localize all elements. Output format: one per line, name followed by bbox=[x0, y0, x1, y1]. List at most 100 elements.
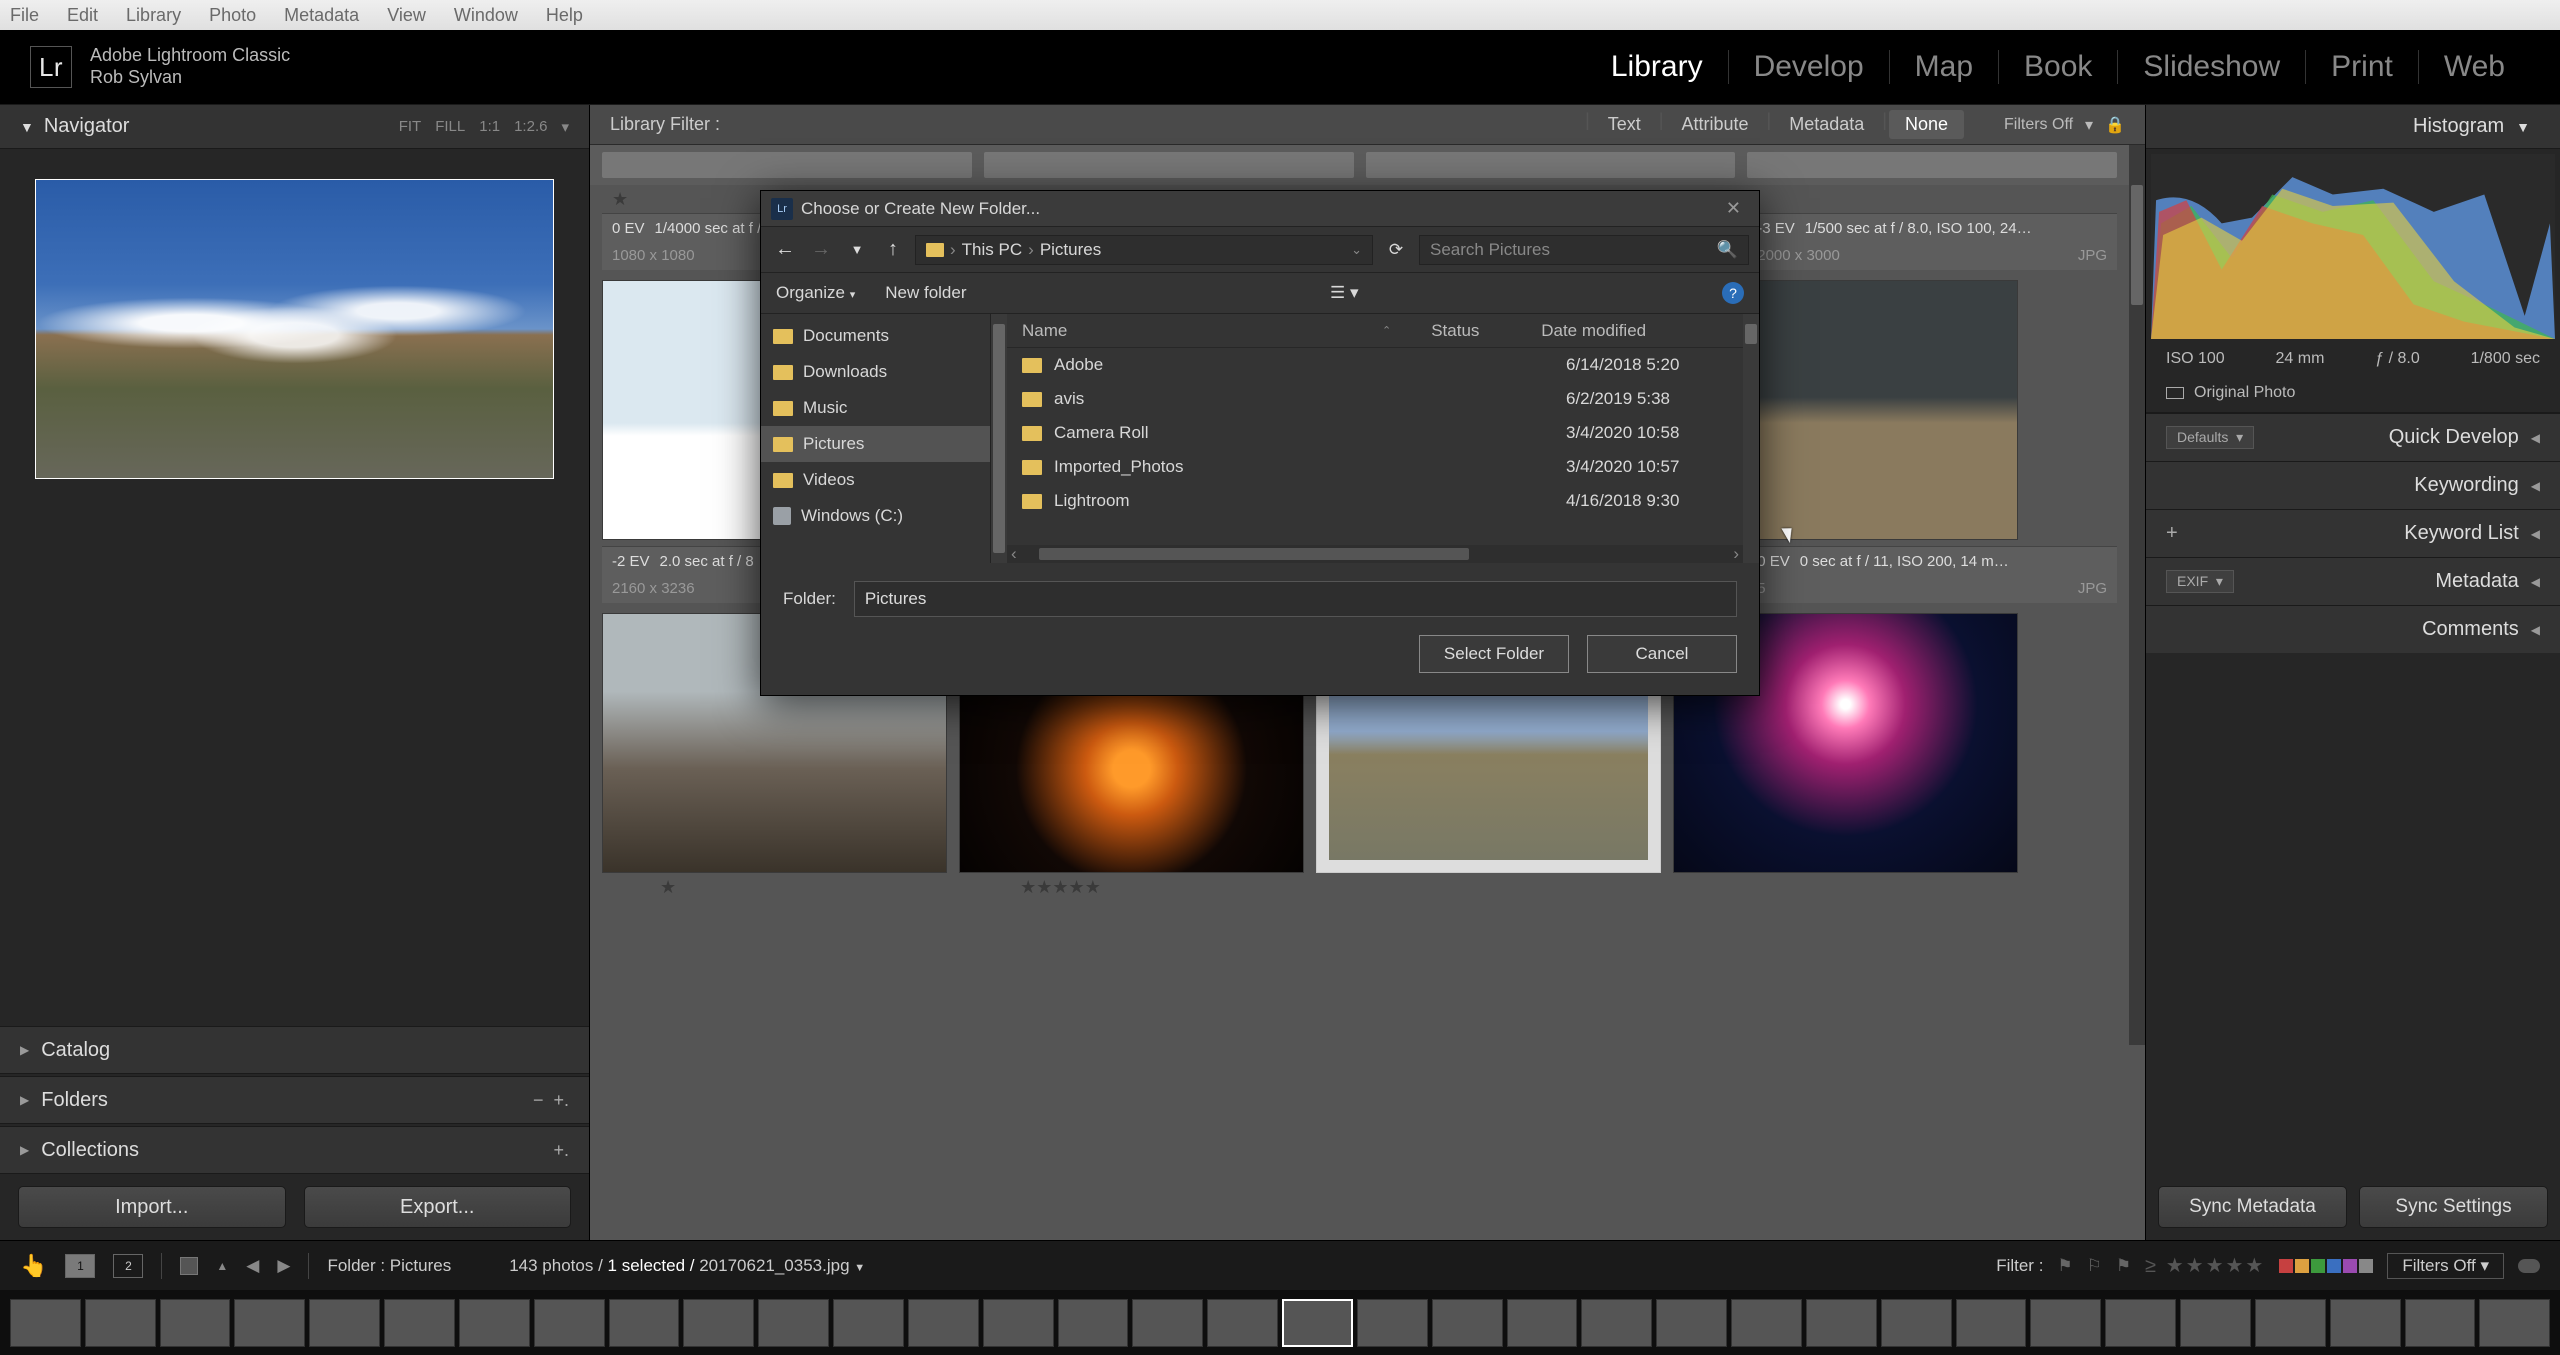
nav-zoom-dropdown-icon[interactable]: ▾ bbox=[561, 118, 569, 136]
filter-text[interactable]: Text bbox=[1592, 110, 1657, 139]
histogram-chart[interactable] bbox=[2151, 154, 2555, 339]
comments-section[interactable]: Comments ◀ bbox=[2146, 605, 2560, 653]
sync-settings-button[interactable]: Sync Settings bbox=[2359, 1186, 2548, 1228]
folders-plus-icon[interactable]: +. bbox=[553, 1090, 569, 1110]
label-red[interactable] bbox=[2279, 1259, 2293, 1273]
list-item[interactable]: Imported_Photos3/4/2020 10:57 bbox=[1007, 450, 1743, 484]
filters-off-label[interactable]: Filters Off bbox=[2004, 116, 2073, 134]
loupe-view-button[interactable]: 2 bbox=[113, 1254, 143, 1278]
filmstrip-thumb[interactable] bbox=[2030, 1299, 2101, 1347]
nav-forward-icon[interactable]: → bbox=[807, 238, 835, 261]
filmstrip-thumb[interactable] bbox=[1806, 1299, 1877, 1347]
collections-plus-icon[interactable]: +. bbox=[553, 1140, 569, 1161]
folder-name-input[interactable] bbox=[854, 581, 1737, 617]
collections-section[interactable]: ▶ Collections +. bbox=[0, 1126, 589, 1174]
filter-attribute[interactable]: Attribute bbox=[1665, 110, 1764, 139]
filmstrip-thumb[interactable] bbox=[534, 1299, 605, 1347]
tree-item-pictures[interactable]: Pictures bbox=[761, 426, 990, 462]
nav-fit[interactable]: FIT bbox=[399, 118, 422, 136]
navigator-header[interactable]: ▼ Navigator FIT FILL 1:1 1:2.6 ▾ bbox=[0, 105, 589, 149]
filmstrip-thumb[interactable] bbox=[2479, 1299, 2550, 1347]
original-photo-row[interactable]: Original Photo bbox=[2146, 374, 2560, 413]
menu-edit[interactable]: Edit bbox=[67, 5, 98, 26]
module-map[interactable]: Map bbox=[1889, 50, 1998, 84]
menu-metadata[interactable]: Metadata bbox=[284, 5, 359, 26]
label-green[interactable] bbox=[2311, 1259, 2325, 1273]
export-button[interactable]: Export... bbox=[304, 1186, 572, 1228]
filmstrip-thumb[interactable] bbox=[1881, 1299, 1952, 1347]
address-dropdown-icon[interactable]: ⌄ bbox=[1351, 242, 1362, 258]
nav-zoom[interactable]: 1:2.6 bbox=[514, 118, 547, 136]
folders-section[interactable]: ▶ Folders − +. bbox=[0, 1076, 589, 1124]
module-library[interactable]: Library bbox=[1586, 50, 1728, 84]
col-status[interactable]: Status bbox=[1431, 321, 1541, 341]
tree-item-drive-c[interactable]: Windows (C:) bbox=[761, 498, 990, 534]
crumb-pictures[interactable]: Pictures bbox=[1040, 240, 1101, 260]
quick-develop-section[interactable]: Defaults ▾ Quick Develop ◀ bbox=[2146, 413, 2560, 461]
list-item[interactable]: Camera Roll3/4/2020 10:58 bbox=[1007, 416, 1743, 450]
folder-tree[interactable]: Documents Downloads Music Pictures Video… bbox=[761, 314, 991, 563]
refresh-icon[interactable]: ⟳ bbox=[1381, 240, 1411, 260]
filmstrip-thumb[interactable] bbox=[1507, 1299, 1578, 1347]
flag-picked-icon[interactable]: ⚑ bbox=[2057, 1256, 2072, 1276]
search-input[interactable]: Search Pictures 🔍 bbox=[1419, 235, 1749, 265]
menu-window[interactable]: Window bbox=[454, 5, 518, 26]
crumb-thispc[interactable]: This PC bbox=[962, 240, 1022, 260]
tree-item-videos[interactable]: Videos bbox=[761, 462, 990, 498]
filmstrip-thumb[interactable] bbox=[2405, 1299, 2476, 1347]
filmstrip-thumb[interactable] bbox=[1581, 1299, 1652, 1347]
label-none[interactable] bbox=[2359, 1259, 2373, 1273]
list-item[interactable]: avis6/2/2019 5:38 bbox=[1007, 382, 1743, 416]
filmstrip-thumb[interactable] bbox=[459, 1299, 530, 1347]
color-label-filter[interactable] bbox=[2279, 1259, 2373, 1273]
plus-icon[interactable]: + bbox=[2166, 522, 2178, 545]
sync-metadata-button[interactable]: Sync Metadata bbox=[2158, 1186, 2347, 1228]
prev-icon[interactable]: ◀ bbox=[246, 1256, 259, 1276]
tree-scrollbar[interactable] bbox=[991, 314, 1007, 563]
organize-button[interactable]: Organize ▾ bbox=[776, 283, 855, 303]
exif-dropdown[interactable]: EXIF ▾ bbox=[2166, 570, 2234, 593]
filmstrip-thumb[interactable] bbox=[983, 1299, 1054, 1347]
filmstrip-thumb[interactable] bbox=[85, 1299, 156, 1347]
filter-dropdown-icon[interactable]: ▾ bbox=[2085, 115, 2093, 135]
filmstrip-thumb[interactable] bbox=[1731, 1299, 1802, 1347]
import-button[interactable]: Import... bbox=[18, 1186, 286, 1228]
filmstrip-thumb[interactable] bbox=[758, 1299, 829, 1347]
nav-history-icon[interactable]: ▼ bbox=[843, 242, 871, 257]
filmstrip-thumb[interactable] bbox=[683, 1299, 754, 1347]
view-mode-icon[interactable] bbox=[180, 1257, 198, 1275]
star-rating-row[interactable]: ★★★★★★ bbox=[590, 873, 2129, 901]
filmstrip-thumb[interactable] bbox=[2255, 1299, 2326, 1347]
column-headers[interactable]: Name ⌃ Status Date modified bbox=[1007, 314, 1743, 348]
filmstrip-thumb[interactable] bbox=[1432, 1299, 1503, 1347]
filmstrip-thumb[interactable] bbox=[234, 1299, 305, 1347]
rating-filter[interactable]: ≥ ★★★★★ bbox=[2145, 1253, 2265, 1278]
filmstrip-thumb[interactable] bbox=[2105, 1299, 2176, 1347]
lock-icon[interactable]: 🔒 bbox=[2105, 115, 2125, 135]
tree-item-documents[interactable]: Documents bbox=[761, 318, 990, 354]
help-icon[interactable]: ? bbox=[1722, 282, 1744, 304]
address-bar[interactable]: › This PC › Pictures ⌄ bbox=[915, 235, 1373, 265]
menu-help[interactable]: Help bbox=[546, 5, 583, 26]
path-dropdown-icon[interactable]: ▼ bbox=[854, 1262, 865, 1274]
menu-library[interactable]: Library bbox=[126, 5, 181, 26]
filmstrip-thumb[interactable] bbox=[1132, 1299, 1203, 1347]
keyword-list-section[interactable]: + Keyword List ◀ bbox=[2146, 509, 2560, 557]
filmstrip-thumb[interactable] bbox=[10, 1299, 81, 1347]
menu-view[interactable]: View bbox=[387, 5, 426, 26]
filmstrip[interactable] bbox=[0, 1290, 2560, 1355]
module-print[interactable]: Print bbox=[2305, 50, 2418, 84]
filmstrip-thumb[interactable] bbox=[2180, 1299, 2251, 1347]
keywording-section[interactable]: Keywording ◀ bbox=[2146, 461, 2560, 509]
filmstrip-thumb[interactable] bbox=[309, 1299, 380, 1347]
col-date[interactable]: Date modified bbox=[1541, 321, 1646, 341]
menu-photo[interactable]: Photo bbox=[209, 5, 256, 26]
nav-fill[interactable]: FILL bbox=[435, 118, 465, 136]
flag-unflagged-icon[interactable]: ⚐ bbox=[2087, 1256, 2102, 1276]
menu-file[interactable]: File bbox=[10, 5, 39, 26]
navigator-preview[interactable] bbox=[0, 149, 589, 509]
identity-plate-icon[interactable]: 👆 bbox=[20, 1253, 47, 1279]
col-name[interactable]: Name bbox=[1022, 321, 1432, 341]
filmstrip-thumb[interactable] bbox=[160, 1299, 231, 1347]
next-icon[interactable]: ▶ bbox=[277, 1256, 290, 1276]
